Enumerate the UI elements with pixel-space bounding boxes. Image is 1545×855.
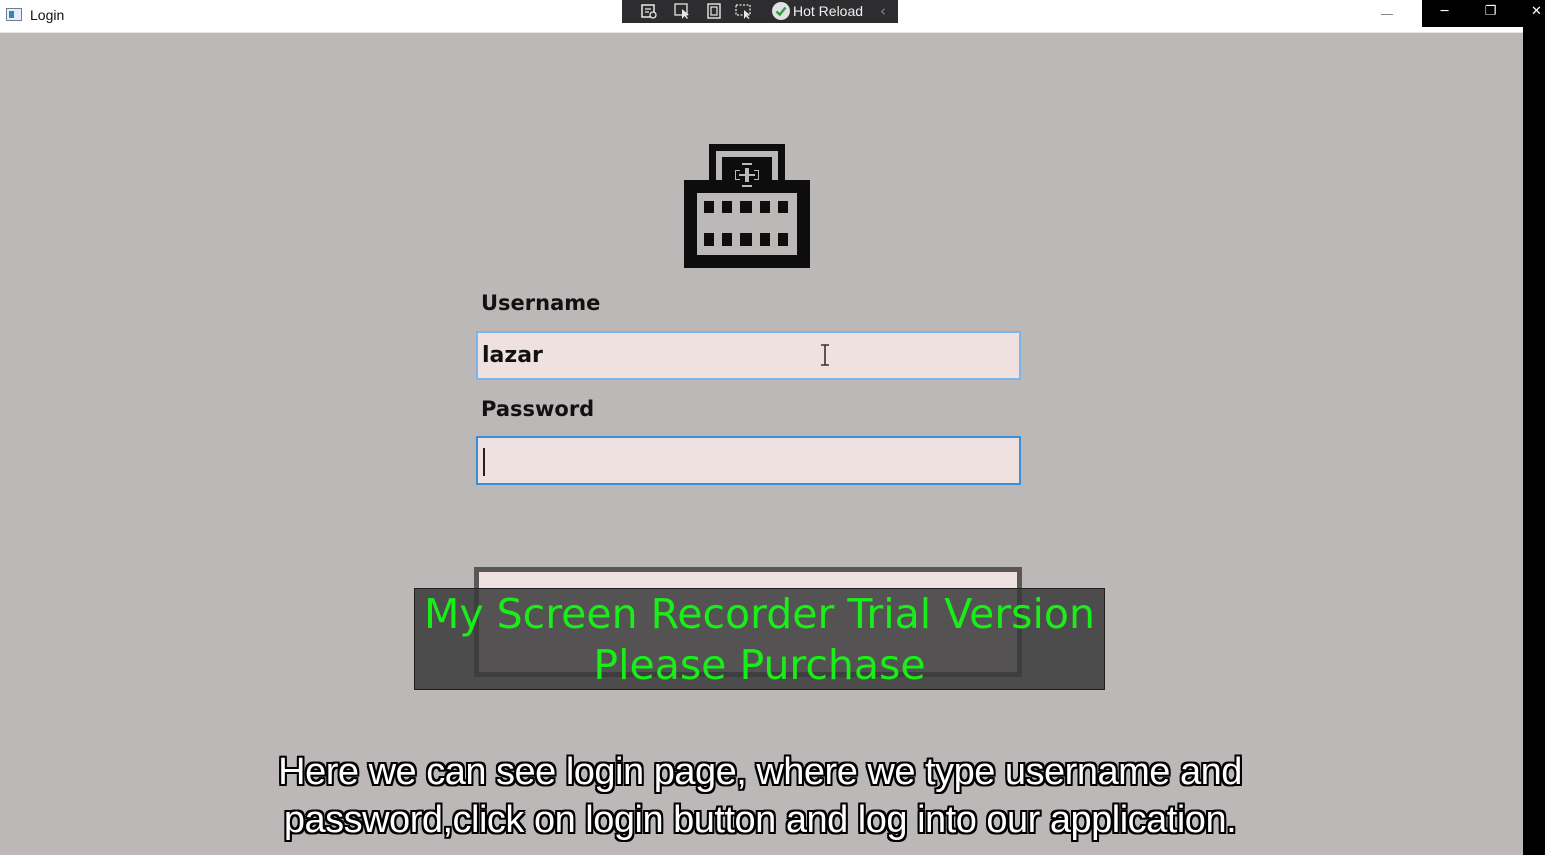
hot-reload-check-icon — [772, 2, 790, 20]
login-window: Login Hot Reload ‹ Username lazar Passwo… — [0, 0, 1523, 855]
live-visual-tree-icon[interactable] — [640, 3, 658, 19]
hot-reload-label[interactable]: Hot Reload — [793, 3, 863, 19]
window-caption-buttons: ─ ❐ ✕ — [1422, 0, 1545, 27]
title-bar[interactable]: Login Hot Reload ‹ — [0, 0, 1523, 33]
username-label: Username — [481, 291, 601, 315]
minimize-button[interactable]: ─ — [1424, 0, 1465, 27]
subtitle-line-2: password,click on login button and log i… — [283, 799, 1237, 841]
close-button[interactable]: ✕ — [1516, 0, 1545, 27]
password-label: Password — [481, 397, 595, 421]
username-value: lazar — [482, 343, 543, 368]
password-input[interactable] — [476, 436, 1021, 485]
restore-button[interactable]: ❐ — [1470, 0, 1511, 27]
video-subtitles: Here we can see login page, where we typ… — [200, 748, 1320, 844]
hospital-icon — [684, 144, 810, 268]
watermark-line-1: My Screen Recorder Trial Version — [423, 590, 1095, 638]
app-window-icon — [6, 8, 22, 21]
window-title: Login — [30, 7, 65, 23]
text-cursor-icon — [821, 344, 829, 366]
screen-edge — [1523, 0, 1545, 855]
username-input[interactable]: lazar — [476, 331, 1021, 380]
trial-watermark: My Screen Recorder Trial Version Please … — [414, 588, 1105, 690]
select-element-icon[interactable] — [674, 3, 692, 19]
display-layout-adorners-icon[interactable] — [705, 3, 723, 19]
subtitle-line-1: Here we can see login page, where we typ… — [278, 751, 1242, 793]
watermark-line-2: Please Purchase — [593, 641, 926, 689]
track-focus-icon[interactable] — [735, 3, 753, 19]
minimize-button-light[interactable] — [1370, 0, 1404, 30]
xaml-debug-toolbar: Hot Reload ‹ — [622, 0, 898, 23]
collapse-toolbar-icon[interactable]: ‹ — [880, 2, 886, 20]
text-caret — [483, 448, 485, 476]
